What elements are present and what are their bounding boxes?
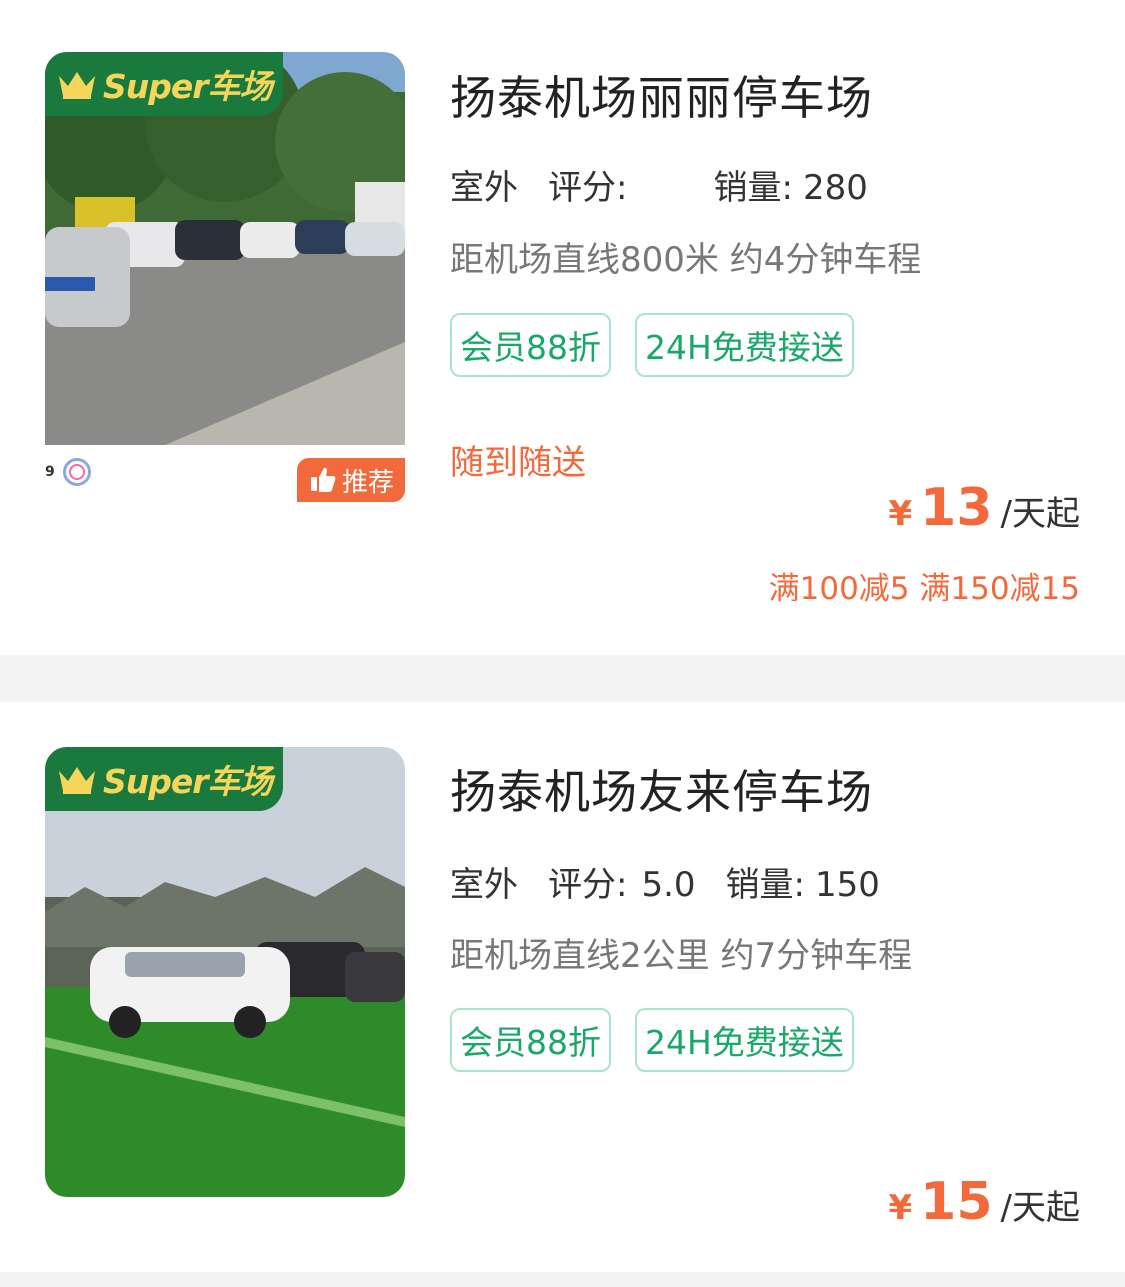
listing-meta: 室外 评分: 销量: 280 [450, 160, 868, 215]
tag-member-discount: 会员88折 [450, 313, 611, 377]
currency-symbol: ¥ [888, 1188, 913, 1228]
badge-label: Super车场 [103, 762, 273, 801]
watermark-text: 9 [45, 464, 55, 480]
location-type: 室外 [450, 160, 518, 215]
price-block: ¥ 13 /天起 [888, 478, 1080, 538]
price-unit: /天起 [1000, 1188, 1080, 1228]
crown-icon [59, 767, 95, 794]
parking-listing-card[interactable]: Super车场 扬泰机场友来停车场 室外 评分: 5.0 销量: 150 距机场… [0, 702, 1125, 1272]
delivery-note: 随到随送 [450, 443, 586, 483]
rating-value: 5.0 [641, 865, 696, 905]
sales-label: 销量: [713, 168, 793, 208]
parking-name[interactable]: 扬泰机场丽丽停车场 [450, 62, 873, 128]
rating-label: 评分: [548, 168, 628, 208]
price-block: ¥ 15 /天起 [888, 1172, 1080, 1232]
badge-label: Super车场 [103, 67, 273, 106]
price-amount: 13 [920, 478, 993, 538]
sales-value: 280 [802, 168, 868, 208]
tag-free-shuttle: 24H免费接送 [635, 313, 854, 377]
feature-tags: 会员88折 24H免费接送 [450, 313, 854, 377]
feature-tags: 会员88折 24H免费接送 [450, 1008, 854, 1072]
tag-free-shuttle: 24H免费接送 [635, 1008, 854, 1072]
sales-label: 销量: [725, 865, 806, 905]
super-parking-badge: Super车场 [45, 52, 283, 116]
thumbs-up-icon [310, 467, 336, 492]
promotion-text: 满100减5 满150减15 [768, 571, 1080, 607]
currency-symbol: ¥ [888, 494, 913, 534]
listing-meta: 室外 评分: 5.0 销量: 150 [450, 857, 880, 912]
parking-name[interactable]: 扬泰机场友来停车场 [450, 756, 873, 822]
sales-value: 150 [815, 865, 880, 905]
watermark-logo: 9 [45, 458, 91, 486]
recommend-badge: 推荐 [297, 458, 405, 502]
parking-listing-card[interactable]: Super车场 9 推荐 扬泰机场丽丽停车场 室外 评分: 销量: 280 距机… [0, 0, 1125, 655]
price-unit: /天起 [1000, 494, 1080, 534]
crown-icon [59, 72, 95, 99]
logo-ring-icon [62, 458, 91, 486]
rating-label: 评分: [548, 865, 628, 905]
distance-info: 距机场直线2公里 约7分钟车程 [450, 936, 913, 976]
tag-member-discount: 会员88折 [450, 1008, 611, 1072]
recommend-label: 推荐 [341, 467, 394, 498]
super-parking-badge: Super车场 [45, 747, 283, 811]
location-type: 室外 [450, 857, 518, 912]
parking-lot-photo[interactable]: Super车场 [45, 747, 405, 1197]
parking-lot-photo[interactable]: Super车场 [45, 52, 405, 445]
distance-info: 距机场直线800米 约4分钟车程 [450, 240, 922, 280]
price-amount: 15 [920, 1172, 993, 1232]
